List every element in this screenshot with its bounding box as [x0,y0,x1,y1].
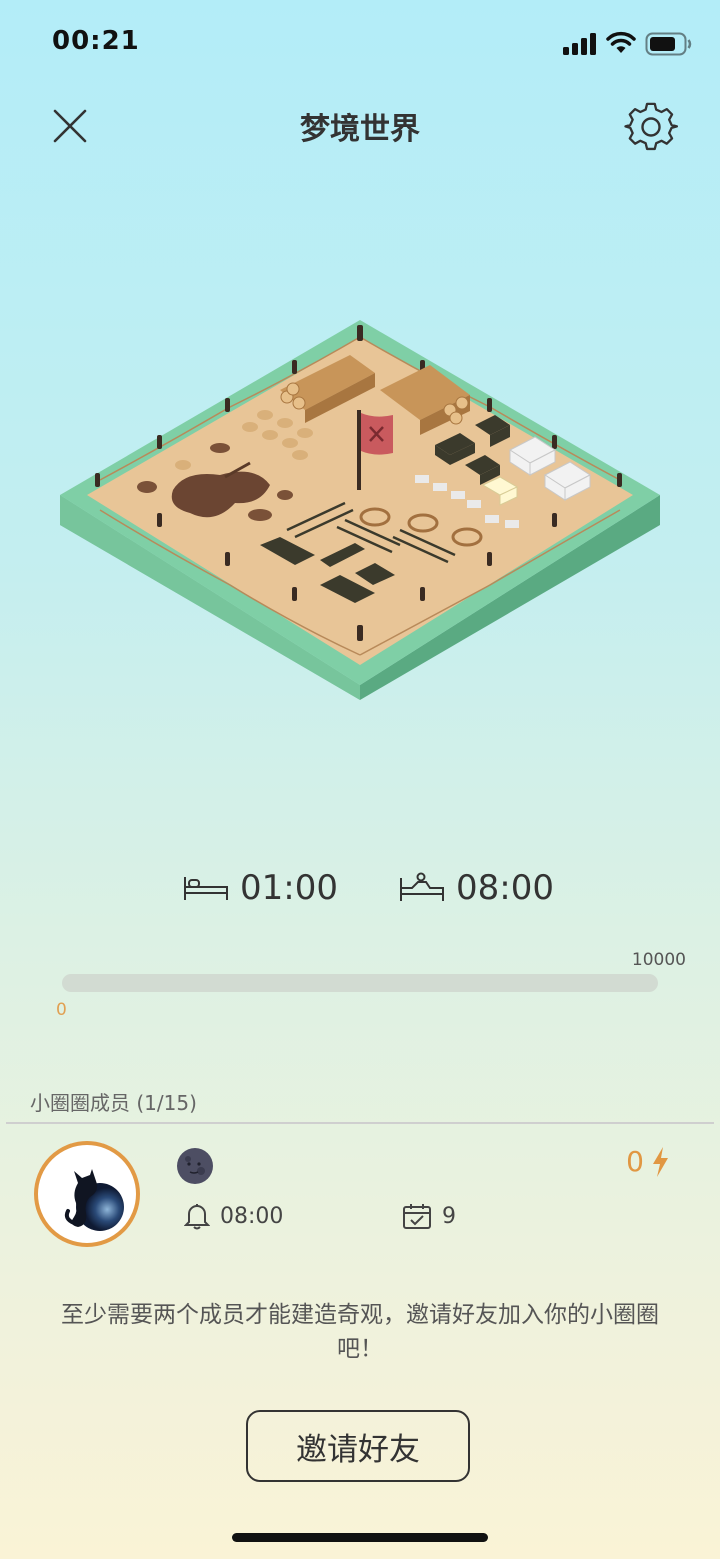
calendar-check-icon [403,1204,431,1229]
progress-bar [62,974,658,992]
energy-value: 0 [626,1145,644,1178]
progress-max-label: 10000 [631,950,686,970]
divider [6,1122,714,1124]
wifi-icon [606,31,636,53]
gear-icon[interactable] [624,100,678,154]
status-bar: 00:21 [0,0,720,90]
avatar[interactable] [34,1141,140,1247]
wake-time-value: 08:00 [456,868,554,908]
energy-count: 0 [626,1145,670,1178]
progress-min-label: 0 [56,1000,67,1020]
cat-avatar-image [64,1169,124,1231]
invite-friends-button[interactable]: 邀请好友 [246,1410,470,1482]
home-indicator [232,1533,488,1542]
alarm-time: 08:00 [220,1203,284,1229]
battery-icon [645,32,692,56]
wake-bed-icon [400,872,444,901]
bedtime: 01:00 [182,868,338,908]
bed-icon [184,877,228,900]
page-title: 梦境世界 [300,112,420,147]
signal-icon [563,33,596,55]
dream-world-illustration[interactable] [55,315,665,700]
bell-icon [184,1204,210,1230]
status-time: 00:21 [52,26,140,56]
bedtime-value: 01:00 [240,868,338,908]
member-days: 9 [402,1202,456,1230]
days-count: 9 [442,1203,456,1229]
wake-time: 08:00 [398,868,554,908]
members-title: 小圈圈成员 (1/15) [30,1091,197,1115]
invite-hint: 至少需要两个成员才能建造奇观，邀请好友加入你的小圈圈吧！ [61,1302,659,1362]
moon-icon [177,1148,213,1184]
member-alarm: 08:00 [184,1202,283,1230]
lightning-icon [653,1146,668,1177]
